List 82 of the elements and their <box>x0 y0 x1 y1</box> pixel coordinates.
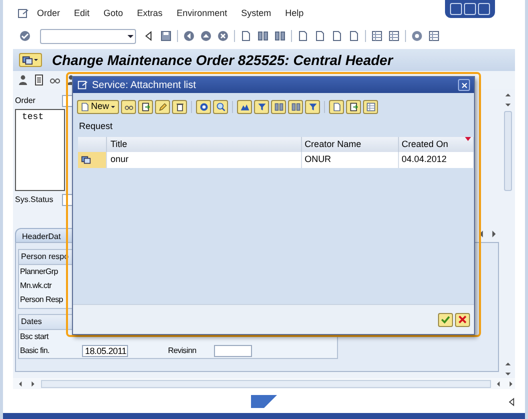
screen-title: Change Maintenance Order 825525: Central Header <box>52 52 393 68</box>
minimize-button[interactable] <box>450 3 462 15</box>
table-cell: 04.04.2012 <box>398 152 474 168</box>
date-field[interactable]: 18.05.2011 <box>82 344 128 357</box>
cancel-icon <box>457 314 468 325</box>
menu-item[interactable]: Goto <box>104 7 124 21</box>
menu-item[interactable]: Extras <box>137 7 163 21</box>
cancel-button[interactable] <box>455 312 470 326</box>
close-icon <box>460 80 468 90</box>
close-button[interactable] <box>458 79 470 91</box>
menu-item[interactable]: Environment <box>176 7 228 21</box>
menu-item[interactable]: Edit <box>74 7 90 21</box>
field-label: Order <box>15 94 36 107</box>
table-cell: ONUR <box>301 152 398 168</box>
enter-icon[interactable] <box>19 30 31 42</box>
scroll-down-icon[interactable] <box>504 370 512 378</box>
calculator-icon[interactable] <box>33 74 45 86</box>
table-cell: onur <box>106 152 302 168</box>
glasses-button[interactable] <box>121 100 136 114</box>
caret-icon <box>33 57 39 64</box>
caret-icon <box>110 104 116 110</box>
field-label: Bsc start <box>20 330 50 343</box>
import-button[interactable] <box>138 100 154 114</box>
column-header[interactable]: Title <box>106 136 302 152</box>
person-icon[interactable] <box>17 74 29 86</box>
scroll-down-icon[interactable] <box>504 100 512 109</box>
export-button[interactable] <box>346 100 362 114</box>
refresh-button[interactable] <box>196 100 212 114</box>
trash-icon <box>174 102 185 112</box>
cancel-icon[interactable] <box>217 30 229 42</box>
scrollbar-thumb[interactable] <box>504 110 512 191</box>
field-label: Basic fin. <box>20 344 50 357</box>
window-icon <box>77 80 88 90</box>
window-icon[interactable] <box>371 30 383 42</box>
section-label: Request <box>78 120 114 133</box>
dialog-title: Service: Attachment list <box>92 78 196 92</box>
pencil-icon <box>158 102 168 112</box>
search-button[interactable] <box>213 100 228 114</box>
export-icon <box>348 102 359 112</box>
search-icon <box>216 102 226 112</box>
page-icon <box>80 102 90 112</box>
field-label: Sys.Status <box>15 194 54 206</box>
scroll-right-icon[interactable] <box>29 380 37 388</box>
menu-item[interactable]: System <box>241 7 272 21</box>
notes-field[interactable]: test <box>15 109 65 192</box>
scroll-right-icon[interactable] <box>507 380 515 388</box>
new-button[interactable]: New <box>77 100 120 114</box>
layout-icon <box>366 102 376 112</box>
window-menu-icon[interactable] <box>17 8 29 20</box>
filter-icon <box>308 102 318 112</box>
menu-button[interactable] <box>19 53 42 68</box>
maximize-button[interactable] <box>464 3 476 15</box>
checkmark-icon <box>440 314 451 325</box>
field-label: Mn.wk.ctr <box>19 280 53 292</box>
command-field[interactable] <box>40 28 136 44</box>
exit-icon[interactable] <box>200 30 212 42</box>
layout-icon[interactable] <box>388 30 400 42</box>
filter-button[interactable] <box>305 100 320 114</box>
confirm-button[interactable] <box>438 312 453 326</box>
screen-icon <box>22 54 33 66</box>
resize-icon[interactable] <box>507 397 517 408</box>
column-header[interactable]: Creator Name <box>301 136 398 152</box>
layout-button[interactable] <box>363 100 378 114</box>
logo-icon <box>251 394 277 408</box>
row-selector[interactable] <box>78 152 107 168</box>
refresh-icon <box>198 102 209 112</box>
field-label: PlannerGrp <box>19 266 59 278</box>
pencil-button[interactable] <box>155 100 170 114</box>
import-icon <box>140 102 151 112</box>
trash-button[interactable] <box>172 100 188 114</box>
menu-item[interactable]: Help <box>285 7 304 21</box>
close-button[interactable] <box>478 3 490 15</box>
input-field[interactable] <box>214 344 252 357</box>
back-icon[interactable] <box>183 30 195 42</box>
header-cell <box>78 136 107 152</box>
attachment-icon <box>81 154 91 165</box>
column-header[interactable]: Created On <box>398 136 474 152</box>
field-label: Revisinn <box>168 344 198 357</box>
menu-item[interactable]: Order <box>37 7 60 21</box>
field-label: Person Resp <box>19 294 64 306</box>
print-button[interactable] <box>329 100 344 114</box>
save-icon[interactable] <box>160 30 172 42</box>
